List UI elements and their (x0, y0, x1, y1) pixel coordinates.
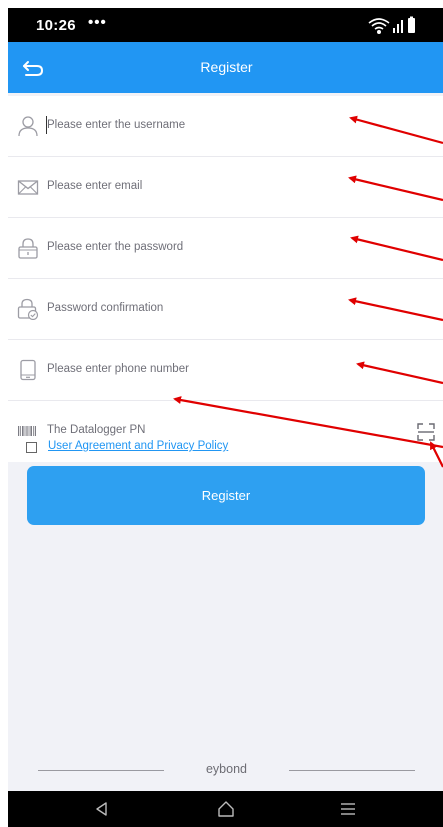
mail-icon (17, 180, 39, 195)
scan-icon[interactable] (415, 421, 437, 443)
status-icons (368, 16, 415, 35)
datalogger-pn-input[interactable] (47, 419, 347, 441)
agreement-link[interactable]: User Agreement and Privacy Policy (48, 440, 228, 452)
nav-bar: Register (8, 42, 443, 93)
app-screen: 10:26 ••• Register Please enter the user… (8, 8, 443, 827)
nav-back-triangle-icon[interactable] (92, 800, 112, 818)
status-time: 10:26 (36, 17, 76, 34)
email-row (8, 157, 443, 218)
user-icon (18, 116, 38, 137)
password-confirm-row (8, 279, 443, 340)
signal-icon (393, 20, 403, 33)
barcode-icon (18, 426, 36, 436)
password-input[interactable] (47, 236, 347, 258)
wifi-icon (368, 18, 390, 35)
footer: eybond (8, 760, 443, 780)
system-nav-bar (8, 791, 443, 827)
phone-input[interactable] (47, 358, 347, 380)
datalogger-row (8, 401, 443, 462)
agreement-checkbox[interactable] (26, 442, 37, 453)
status-bar: 10:26 ••• (8, 8, 443, 42)
username-row (8, 96, 443, 157)
username-input[interactable] (47, 114, 347, 136)
status-notification-dots: ••• (88, 14, 107, 31)
lock-check-icon (17, 298, 39, 320)
phone-icon (20, 359, 36, 381)
page-title: Register (200, 59, 253, 75)
menu-icon[interactable] (338, 800, 358, 818)
footer-brand: eybond (205, 762, 247, 776)
register-button[interactable]: Register (27, 466, 425, 525)
password-confirm-input[interactable] (47, 297, 347, 319)
footer-divider-right (289, 770, 415, 771)
email-input[interactable] (47, 175, 347, 197)
phone-row (8, 340, 443, 401)
battery-icon (408, 16, 415, 33)
password-row (8, 218, 443, 279)
home-icon[interactable] (216, 800, 236, 818)
lock-icon (18, 238, 38, 259)
register-form (8, 96, 443, 462)
